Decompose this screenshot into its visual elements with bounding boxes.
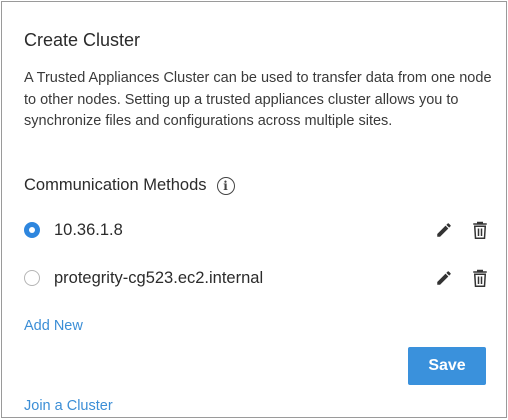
method-radio[interactable] bbox=[24, 270, 40, 286]
join-cluster-link[interactable]: Join a Cluster bbox=[24, 398, 113, 414]
save-button[interactable]: Save bbox=[408, 347, 486, 385]
method-label: 10.36.1.8 bbox=[54, 220, 123, 239]
method-row: 10.36.1.8 bbox=[24, 215, 492, 245]
pencil-icon[interactable] bbox=[432, 218, 456, 242]
create-cluster-panel: Create Cluster A Trusted Appliances Clus… bbox=[1, 1, 507, 418]
add-new-link[interactable]: Add New bbox=[24, 318, 83, 334]
panel-description: A Trusted Appliances Cluster can be used… bbox=[24, 70, 492, 129]
method-row: protegrity-cg523.ec2.internal bbox=[24, 263, 492, 293]
section-label: Communication Methods bbox=[24, 176, 207, 194]
method-radio-selected[interactable] bbox=[24, 222, 40, 238]
trash-icon[interactable] bbox=[468, 218, 492, 242]
trash-icon[interactable] bbox=[468, 266, 492, 290]
info-icon[interactable]: i bbox=[216, 176, 235, 195]
panel-title: Create Cluster bbox=[24, 30, 141, 50]
pencil-icon[interactable] bbox=[432, 266, 456, 290]
communication-methods-heading: Communication Methods i bbox=[24, 176, 235, 195]
method-label: protegrity-cg523.ec2.internal bbox=[54, 268, 264, 287]
